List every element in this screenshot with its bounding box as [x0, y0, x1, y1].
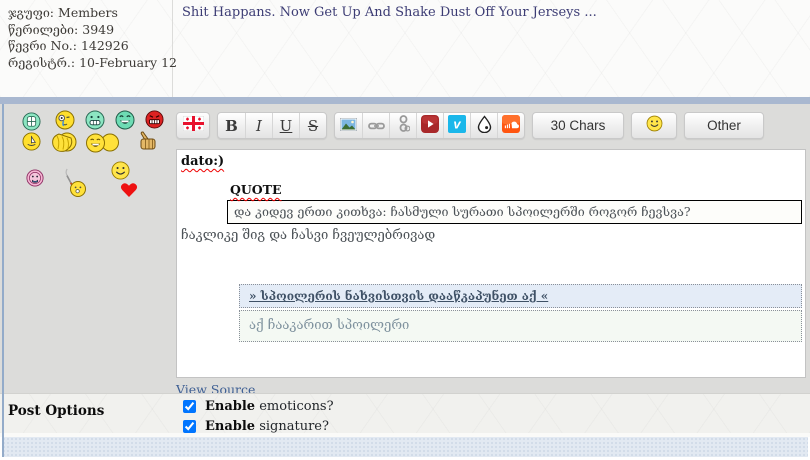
- underline-label: U: [279, 116, 293, 135]
- thumbs-up-icon[interactable]: [137, 131, 160, 156]
- drop-icon: [477, 114, 492, 137]
- poster-group-line: ჯგუფი: Members: [8, 5, 164, 22]
- italic-button[interactable]: I: [245, 113, 272, 138]
- memberno-value: 142926: [80, 38, 129, 53]
- classic-smiley-icon[interactable]: [111, 161, 130, 184]
- heart-icon[interactable]: [120, 182, 138, 202]
- pink-smiley-icon[interactable]: [26, 169, 44, 191]
- insert-image-button[interactable]: [335, 113, 362, 138]
- char-count-label: 30 Chars: [550, 118, 606, 133]
- emoticons-tab[interactable]: [631, 112, 677, 139]
- quote-label: QUOTE: [230, 182, 282, 197]
- bold-button[interactable]: B: [218, 113, 245, 138]
- grin-smiley-icon[interactable]: [85, 110, 105, 134]
- soundcloud-icon: [502, 114, 520, 137]
- insert-link-button[interactable]: [362, 113, 389, 138]
- facepalm-smiley-icon[interactable]: [50, 130, 77, 159]
- poster-info-panel: ჯგუფი: Members წერილები: 3949 წევრი No.:…: [0, 0, 177, 97]
- soundcloud-button[interactable]: [497, 113, 524, 138]
- other-tab-label: Other: [707, 118, 741, 133]
- remove-link-button[interactable]: [389, 113, 416, 138]
- vimeo-icon: v: [448, 114, 466, 137]
- poster-registered-line: რეგისტრ.: 10-February 12: [8, 54, 177, 72]
- bold-label: B: [225, 116, 238, 135]
- other-tab[interactable]: Other: [684, 112, 764, 139]
- divider-band: [0, 97, 810, 104]
- posts-value: 3949: [82, 21, 115, 37]
- underline-button[interactable]: U: [272, 113, 299, 138]
- spoiler-block: » სპოილერის ნახვისთვის დააწკაპუნეთ აქ « …: [239, 284, 802, 342]
- editor-toolbar: B I U S v 30 Chars Other: [176, 112, 806, 142]
- left-accent-border: [2, 104, 4, 457]
- memberno-label: წევრი No.:: [8, 38, 77, 53]
- forum-post-editor-page: ჯგუფი: Members წერილები: 3949 წევრი No.:…: [0, 0, 810, 460]
- group-value: Members: [58, 5, 118, 20]
- spoiler-toggle[interactable]: » სპოილერის ნახვისთვის დააწკაპუნეთ აქ «: [239, 284, 802, 308]
- poster-posts-line: წერილები: 3949: [8, 22, 164, 39]
- smiley-icon: [646, 115, 663, 136]
- georgian-flag-button[interactable]: [176, 112, 210, 139]
- registered-value: 10-February 12: [79, 54, 177, 70]
- georgian-flag-icon: [182, 115, 204, 135]
- youtube-button[interactable]: [416, 113, 443, 138]
- vimeo-button[interactable]: v: [443, 113, 470, 138]
- thread-title-cell: Shit Happans. Now Get Up And Shake Dust …: [173, 0, 810, 97]
- editor-text-line: dato:): [181, 154, 225, 169]
- post-options-row: Post Options Enable emoticons? Enable si…: [0, 393, 810, 434]
- italic-label: I: [256, 116, 262, 135]
- enable-emoticons-label-rest: emoticons?: [255, 398, 334, 414]
- poster-memberno-line: წევრი No.: 142926: [8, 38, 164, 55]
- format-button-group: B I U S: [217, 112, 327, 139]
- thread-title: Shit Happans. Now Get Up And Shake Dust …: [182, 5, 597, 20]
- laugh-smiley-icon[interactable]: [115, 110, 135, 134]
- footer-band: [2, 437, 808, 457]
- enable-emoticons-option: Enable emoticons?: [183, 397, 810, 415]
- rofl-pair-smiley-icon[interactable]: [86, 133, 119, 157]
- char-count-button[interactable]: 30 Chars: [532, 112, 624, 139]
- reply-text: ჩაკლიკე შიგ და ჩასვი ჩვეულებრივად: [181, 228, 436, 243]
- unlink-icon: [397, 115, 411, 136]
- enable-signature-label-rest: signature?: [255, 418, 329, 434]
- smoking-smiley-icon[interactable]: [57, 167, 88, 202]
- svg-text:v: v: [453, 116, 461, 131]
- post-header-row: ჯგუფი: Members წერილები: 3949 წევრი No.:…: [0, 0, 810, 97]
- angry-smiley-icon[interactable]: [145, 110, 164, 133]
- editor-section: B I U S v 30 Chars Other dato:) QUOTE და…: [0, 104, 810, 397]
- enable-emoticons-label-bold: Enable: [205, 398, 256, 414]
- enable-signature-label-bold: Enable: [205, 418, 256, 434]
- sail-smiley-icon[interactable]: [22, 132, 41, 155]
- registered-label: რეგისტრ.:: [8, 54, 76, 70]
- enable-emoticons-checkbox[interactable]: [183, 399, 196, 413]
- media-button-group: v: [334, 112, 525, 139]
- enable-signature-checkbox[interactable]: [183, 419, 196, 433]
- drop-media-button[interactable]: [470, 113, 497, 138]
- quote-box: და კიდევ ერთი კითხვა: ჩასმული სურათი სპო…: [227, 200, 802, 224]
- link-icon: [367, 116, 385, 135]
- spoiler-content: აქ ჩააკარით სპოილერი: [239, 310, 802, 342]
- group-label: ჯგუფი:: [8, 5, 55, 20]
- post-options-label-cell: Post Options: [0, 394, 173, 433]
- post-editor: B I U S v 30 Chars Other dato:) QUOTE და…: [176, 112, 806, 398]
- emoticons-panel: [4, 104, 172, 393]
- post-options-title: Post Options: [8, 403, 105, 419]
- posts-label: წერილები:: [8, 21, 79, 37]
- strikethrough-label: S: [307, 116, 319, 135]
- strikethrough-button[interactable]: S: [299, 113, 326, 138]
- image-icon: [339, 116, 358, 135]
- youtube-icon: [421, 114, 439, 137]
- editor-content-area[interactable]: dato:) QUOTE და კიდევ ერთი კითხვა: ჩასმუ…: [176, 149, 806, 378]
- post-options-controls: Enable emoticons? Enable signature?: [173, 394, 810, 434]
